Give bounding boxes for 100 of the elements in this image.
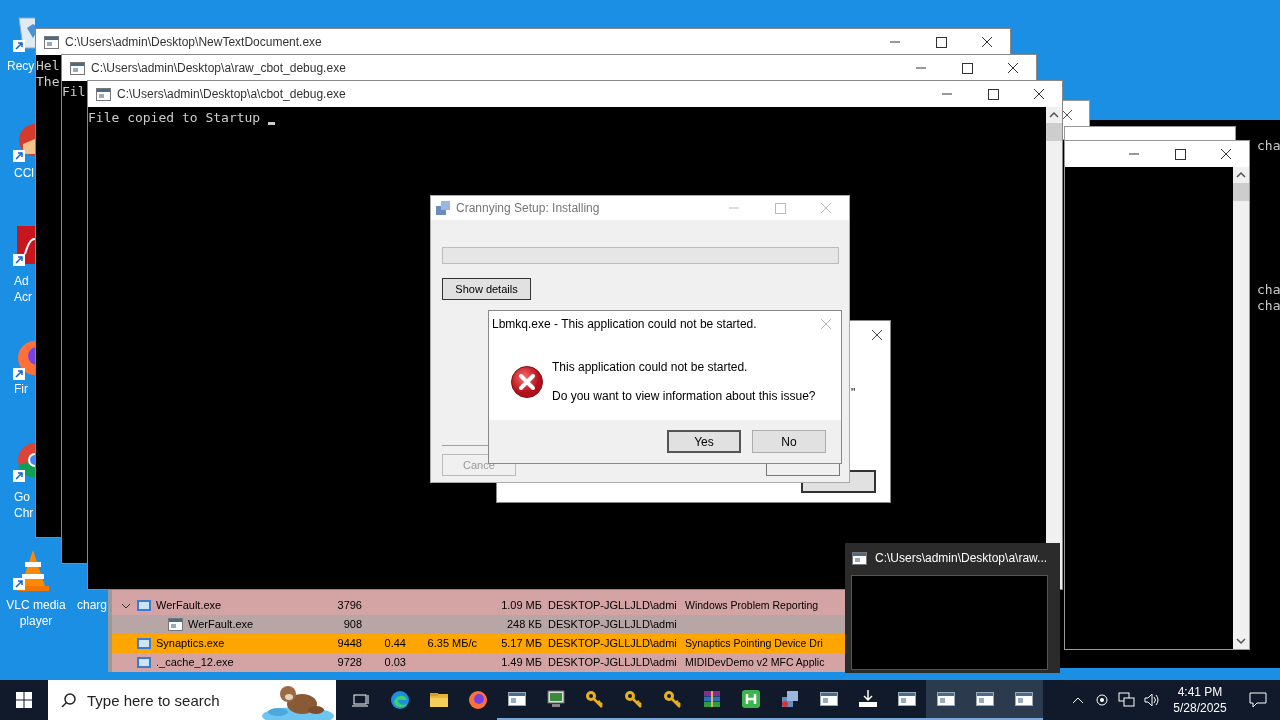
icon-label: Recy [7,58,35,74]
user-cell-text: DESKTOP-JGLLJLD\admi [547,636,678,652]
speaker-icon[interactable] [1144,692,1160,708]
window-icon [935,689,956,709]
user-cell-text: DESKTOP-JGLLJLD\admi [547,655,678,671]
key-icon [623,689,644,709]
console-text: Hel [36,58,60,74]
memory-cell-text: 1.09 МБ [500,598,542,614]
clock[interactable]: 4:41 PM 5/28/2025 [1164,684,1236,716]
console-text: cha [1257,282,1280,298]
console-text: cha [1257,138,1280,154]
fox-globe-icon [467,690,488,710]
windows-logo-icon [16,692,32,708]
memory-cell-text: 5.17 МБ [500,636,542,652]
h-letter-icon [740,689,761,709]
console-icon [96,86,111,102]
scrollbar[interactable] [1046,107,1062,589]
io-cell-text: 6.35 МБ/с [426,636,477,652]
clock-time: 4:41 PM [1177,684,1223,700]
window-icon [168,616,184,633]
window-icon [974,689,995,709]
window-title: C:\Users\admin\Desktop\NewTextDocument.exe [65,34,323,51]
console-icon [44,34,59,50]
memory-cell-text: 248 КБ [505,617,542,633]
window-icon [1013,689,1034,709]
icon-label: VLC media [5,597,67,613]
installer-icon [435,200,451,216]
stacked-books-icon [701,689,722,709]
window-title: Crannying Setup: Installing [456,200,601,217]
process-row[interactable]: Synaptics.exe 9448 0.44 6.35 МБ/с 5.17 МБ DESKTOP-JGLLJLD\admi Synaptics Pointing Device Dri [112,634,845,653]
icon-label: Acr [14,289,32,305]
chevron-up-icon[interactable] [1072,696,1084,704]
key-icon [584,689,605,709]
taskbar-app-button[interactable] [1004,680,1043,720]
network-icon[interactable] [1118,692,1136,708]
dialog-title: Lbmkq.exe - This application could not be started. [492,316,758,333]
speech-bubble-icon [1249,692,1267,708]
icon-label: Fir [14,381,28,397]
window-icon [818,689,839,709]
search-icon [61,692,77,708]
pid-cell-text: 3796 [336,598,362,614]
user-cell-text: DESKTOP-JGLLJLD\admi [547,617,678,633]
folder-icon [428,690,449,710]
cpu-cell-text: 0.03 [383,655,406,671]
dialog-button[interactable]: No [752,430,826,453]
window-title: C:\Users\admin\Desktop\a\raw_cbot_debug.exe [91,60,347,77]
process-name: ._cache_12.exe [156,655,234,671]
process-name: WerFault.exe [188,617,254,633]
description-cell-text: Windows Problem Reporting [685,597,820,613]
show-details-button[interactable]: Show details [442,278,531,300]
pid-cell-text: 908 [342,617,362,633]
process-name: Synaptics.exe [156,636,225,652]
scroll-thumb[interactable] [1233,183,1249,201]
process-row[interactable]: WerFault.exe 908 248 КБ DESKTOP-JGLLJLD\admi [112,615,845,634]
dialog-button[interactable]: Yes [667,430,741,453]
console-text: Fil [62,84,86,100]
key-icon [662,689,683,709]
program-icon [136,597,152,614]
monitor-icon [545,689,566,709]
close-icon[interactable] [1061,109,1073,121]
window-icon [506,689,527,709]
document-app-icon[interactable] [13,224,35,268]
search-field[interactable]: Type here to search [48,680,258,720]
console-text: The [36,74,60,90]
window-preview-tooltip[interactable]: C:\Users\admin\Desktop\a\raw... [845,543,1060,673]
camera-icon[interactable] [1094,692,1110,708]
console-icon [70,60,85,76]
pid-cell-text: 9728 [336,655,362,671]
installer-icon [779,689,800,709]
icon-label: Ad [14,273,29,289]
console-icon [852,550,867,566]
icon-label: CCl [14,165,34,181]
scrollbar[interactable] [1233,167,1249,649]
icon-label: Chr [14,505,34,521]
console-text: cha [1257,298,1280,314]
user-cell-text: DESKTOP-JGLLJLD\admi [547,598,678,614]
cpu-cell-text: 0.44 [383,636,406,652]
clock-date: 5/28/2025 [1173,700,1227,716]
taskbar-app-button[interactable] [926,680,965,720]
icon-label: Go [14,489,30,505]
close-icon[interactable] [871,329,883,341]
description-cell-text: Synaptics Pointing Device Dri [685,635,824,651]
icon-label: charg [77,597,108,613]
window-title: C:\Users\admin\Desktop\a\cbot_debug.exe [117,86,347,103]
edge-browser-icon [389,690,410,710]
download-icon [857,689,878,709]
error-question: Do you want to view information about this issue? [552,388,816,405]
process-name: WerFault.exe [156,598,222,614]
error-message: This application could not be started. [552,359,749,376]
console-text: File copied to Startup [88,110,261,126]
description-cell-text: MIDIDevDemo v2 MFC Applic [685,654,826,670]
error-icon [510,365,544,399]
scroll-thumb[interactable] [1046,123,1062,141]
window-icon [896,689,917,709]
preview-title: C:\Users\admin\Desktop\a\raw... [875,550,1048,567]
dialog-text: " [851,385,856,402]
program-icon [136,635,152,652]
memory-cell-text: 1.49 МБ [500,655,542,671]
icon-label: player [18,613,54,629]
pid-cell-text: 9448 [336,636,362,652]
